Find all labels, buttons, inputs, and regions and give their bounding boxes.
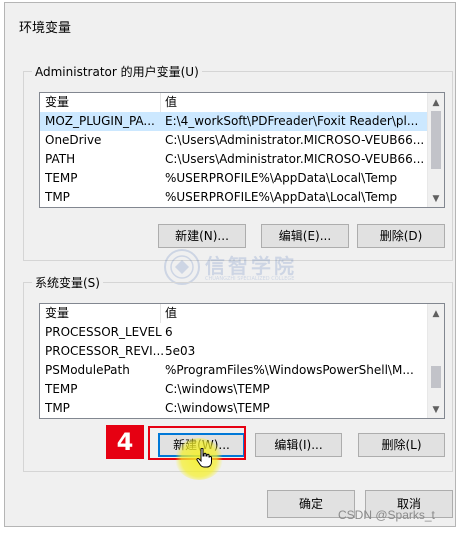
user-delete-button[interactable]: 删除(D) xyxy=(357,224,445,248)
system-variables-list[interactable]: 变量 值 PROCESSOR_LEVEL 6 PROCESSOR_REVI...… xyxy=(39,303,445,419)
system-variables-label: 系统变量(S) xyxy=(32,274,103,291)
user-edit-button[interactable]: 编辑(E)... xyxy=(261,224,349,248)
variable-value: C:\windows\TEMP xyxy=(165,401,270,415)
table-row[interactable]: TEMP %USERPROFILE%\AppData\Local\Temp xyxy=(40,169,429,188)
variable-value: E:\4_workSoft\PDFreader\Foxit Reader\pl.… xyxy=(165,114,419,128)
variable-name: TEMP xyxy=(45,171,78,185)
table-row[interactable]: TMP C:\windows\TEMP xyxy=(40,399,429,418)
college-seal-icon xyxy=(164,249,200,285)
table-row[interactable]: OneDrive C:\Users\Administrator.MICROSO-… xyxy=(40,131,429,150)
variable-value: C:\windows\TEMP xyxy=(165,382,270,396)
variable-name: TEMP xyxy=(45,382,78,396)
table-row[interactable]: MOZ_PLUGIN_PA... E:\4_workSoft\PDFreader… xyxy=(40,112,429,131)
variable-name: PROCESSOR_REVI... xyxy=(45,344,163,358)
system-edit-button[interactable]: 编辑(I)... xyxy=(255,433,342,457)
table-row[interactable]: PROCESSOR_LEVEL 6 xyxy=(40,323,429,342)
system-delete-button[interactable]: 删除(L) xyxy=(358,433,445,457)
user-list-scrollbar[interactable]: ▲ ▼ xyxy=(427,93,444,207)
table-row[interactable]: PSModulePath %ProgramFiles%\WindowsPower… xyxy=(40,361,429,380)
variable-value: %USERPROFILE%\AppData\Local\Temp xyxy=(165,190,398,204)
user-variables-list[interactable]: 变量 值 MOZ_PLUGIN_PA... E:\4_workSoft\PDFr… xyxy=(39,92,445,208)
table-row[interactable]: PATH C:\Users\Administrator.MICROSO-VEUB… xyxy=(40,150,429,169)
variable-name: PATH xyxy=(45,152,76,166)
variable-name: OneDrive xyxy=(45,133,102,147)
hand-pointer-icon xyxy=(196,448,212,468)
variable-value: 5e03 xyxy=(165,344,196,358)
scroll-down-arrow-icon[interactable]: ▼ xyxy=(428,402,444,418)
table-row[interactable]: PROCESSOR_REVI... 5e03 xyxy=(40,342,429,361)
variable-name: MOZ_PLUGIN_PA... xyxy=(45,114,155,128)
system-list-scrollbar[interactable]: ▲ ▼ xyxy=(427,304,444,418)
variable-value: C:\Users\Administrator.MICROSO-VEUB66... xyxy=(165,152,425,166)
scroll-up-arrow-icon[interactable]: ▲ xyxy=(428,95,444,111)
variable-value: 6 xyxy=(165,325,173,339)
column-header-value[interactable]: 值 xyxy=(165,93,435,112)
user-new-button[interactable]: 新建(N)... xyxy=(158,224,246,248)
dialog-title: 环境变量 xyxy=(19,21,72,36)
column-divider xyxy=(160,304,161,323)
scroll-up-arrow-icon[interactable]: ▲ xyxy=(428,306,444,322)
scrollbar-thumb[interactable] xyxy=(431,111,441,169)
watermark-text: 信智学院 xyxy=(205,254,297,278)
column-header-name[interactable]: 变量 xyxy=(45,304,163,323)
step-number-badge: 4 xyxy=(106,425,144,459)
table-row[interactable]: TEMP C:\windows\TEMP xyxy=(40,380,429,399)
list-header: 变量 值 xyxy=(40,93,429,112)
variable-name: PSModulePath xyxy=(45,363,130,377)
scrollbar-thumb[interactable] xyxy=(431,366,441,388)
variable-value: C:\Users\Administrator.MICROSO-VEUB66... xyxy=(165,133,425,147)
column-header-name[interactable]: 变量 xyxy=(45,93,163,112)
variable-name: PROCESSOR_LEVEL xyxy=(45,325,162,339)
variable-value: %USERPROFILE%\AppData\Local\Temp xyxy=(165,171,398,185)
csdn-credit: CSDN @Sparks_t xyxy=(338,508,435,522)
user-variables-group: Administrator 的用户变量(U) 变量 值 MOZ_PLUGIN_P… xyxy=(23,63,453,261)
variable-value: %ProgramFiles%\WindowsPowerShell\M... xyxy=(165,363,414,377)
scroll-down-arrow-icon[interactable]: ▼ xyxy=(428,191,444,207)
column-divider xyxy=(160,93,161,112)
variable-name: TMP xyxy=(45,190,70,204)
table-row[interactable]: TMP %USERPROFILE%\AppData\Local\Temp xyxy=(40,188,429,207)
user-variables-label: Administrator 的用户变量(U) xyxy=(32,63,202,80)
variable-name: TMP xyxy=(45,401,70,415)
list-header: 变量 值 xyxy=(40,304,429,323)
column-header-value[interactable]: 值 xyxy=(165,304,435,323)
